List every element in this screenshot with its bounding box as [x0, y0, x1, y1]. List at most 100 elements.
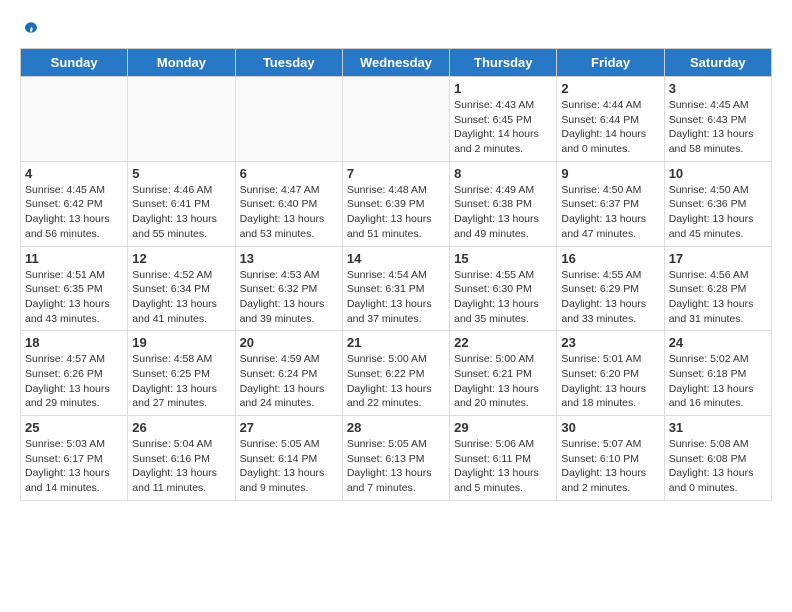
calendar-cell: 19 Sunrise: 4:58 AMSunset: 6:25 PMDayligh…	[128, 331, 235, 416]
day-number: 1	[454, 81, 552, 96]
day-number: 28	[347, 420, 445, 435]
calendar-cell: 17 Sunrise: 4:56 AMSunset: 6:28 PMDayligh…	[664, 246, 771, 331]
calendar-cell: 1Sunrise: 4:43 AMSunset: 6:45 PMDaylight…	[450, 77, 557, 162]
day-number: 22	[454, 335, 552, 350]
calendar-cell: 27 Sunrise: 5:05 AMSunset: 6:14 PMDayligh…	[235, 416, 342, 501]
calendar-cell: 20 Sunrise: 4:59 AMSunset: 6:24 PMDayligh…	[235, 331, 342, 416]
day-number: 29	[454, 420, 552, 435]
day-info: Sunrise: 4:56 AMSunset: 6:28 PMDaylight:…	[669, 268, 767, 327]
calendar-body: 1Sunrise: 4:43 AMSunset: 6:45 PMDaylight…	[21, 77, 772, 501]
logo	[20, 20, 42, 38]
day-number: 3	[669, 81, 767, 96]
calendar-cell: 7Sunrise: 4:48 AMSunset: 6:39 PMDaylight…	[342, 161, 449, 246]
day-number: 14	[347, 251, 445, 266]
day-number: 30	[561, 420, 659, 435]
day-info: Sunrise: 4:45 AMSunset: 6:43 PMDaylight:…	[669, 98, 767, 157]
day-info: Sunrise: 4:58 AMSunset: 6:25 PMDaylight:…	[132, 352, 230, 411]
calendar-cell	[128, 77, 235, 162]
calendar-cell: 22 Sunrise: 5:00 AMSunset: 6:21 PMDayligh…	[450, 331, 557, 416]
day-of-week-header: Monday	[128, 49, 235, 77]
day-info: Sunrise: 4:50 AMSunset: 6:36 PMDaylight:…	[669, 183, 767, 242]
calendar-cell: 4 Sunrise: 4:45 AMSunset: 6:42 PMDaylight…	[21, 161, 128, 246]
calendar-cell: 13 Sunrise: 4:53 AMSunset: 6:32 PMDayligh…	[235, 246, 342, 331]
calendar-cell: 6 Sunrise: 4:47 AMSunset: 6:40 PMDaylight…	[235, 161, 342, 246]
calendar-table: SundayMondayTuesdayWednesdayThursdayFrid…	[20, 48, 772, 501]
day-number: 31	[669, 420, 767, 435]
day-info: Sunrise: 4:57 AMSunset: 6:26 PMDaylight:…	[25, 352, 123, 411]
day-info: Sunrise: 4:45 AMSunset: 6:42 PMDaylight:…	[25, 183, 123, 242]
calendar-cell: 15 Sunrise: 4:55 AMSunset: 6:30 PMDayligh…	[450, 246, 557, 331]
day-info: Sunrise: 5:02 AMSunset: 6:18 PMDaylight:…	[669, 352, 767, 411]
day-of-week-header: Tuesday	[235, 49, 342, 77]
calendar-cell: 24 Sunrise: 5:02 AMSunset: 6:18 PMDayligh…	[664, 331, 771, 416]
day-number: 13	[240, 251, 338, 266]
day-number: 21	[347, 335, 445, 350]
day-info: Sunrise: 4:53 AMSunset: 6:32 PMDaylight:…	[240, 268, 338, 327]
calendar-cell: 31 Sunrise: 5:08 AMSunset: 6:08 PMDayligh…	[664, 416, 771, 501]
day-info: Sunrise: 5:00 AMSunset: 6:22 PMDaylight:…	[347, 352, 445, 411]
day-info: Sunrise: 5:05 AMSunset: 6:13 PMDaylight:…	[347, 437, 445, 496]
day-info: Sunrise: 4:49 AMSunset: 6:38 PMDaylight:…	[454, 183, 552, 242]
calendar-cell: 29 Sunrise: 5:06 AMSunset: 6:11 PMDayligh…	[450, 416, 557, 501]
day-info: Sunrise: 4:55 AMSunset: 6:29 PMDaylight:…	[561, 268, 659, 327]
day-of-week-header: Friday	[557, 49, 664, 77]
day-info: Sunrise: 5:07 AMSunset: 6:10 PMDaylight:…	[561, 437, 659, 496]
calendar-cell	[235, 77, 342, 162]
day-number: 7	[347, 166, 445, 181]
day-number: 16	[561, 251, 659, 266]
day-info: Sunrise: 5:08 AMSunset: 6:08 PMDaylight:…	[669, 437, 767, 496]
calendar-cell: 18 Sunrise: 4:57 AMSunset: 6:26 PMDayligh…	[21, 331, 128, 416]
calendar-cell: 8 Sunrise: 4:49 AMSunset: 6:38 PMDaylight…	[450, 161, 557, 246]
page-header	[20, 20, 772, 38]
day-number: 6	[240, 166, 338, 181]
day-info: Sunrise: 5:05 AMSunset: 6:14 PMDaylight:…	[240, 437, 338, 496]
day-info: Sunrise: 4:59 AMSunset: 6:24 PMDaylight:…	[240, 352, 338, 411]
day-number: 27	[240, 420, 338, 435]
calendar-cell: 25 Sunrise: 5:03 AMSunset: 6:17 PMDayligh…	[21, 416, 128, 501]
day-info: Sunrise: 4:50 AMSunset: 6:37 PMDaylight:…	[561, 183, 659, 242]
calendar-cell	[342, 77, 449, 162]
day-of-week-header: Wednesday	[342, 49, 449, 77]
day-number: 4	[25, 166, 123, 181]
calendar-cell	[21, 77, 128, 162]
day-number: 19	[132, 335, 230, 350]
logo-bird-icon	[22, 20, 40, 38]
day-number: 15	[454, 251, 552, 266]
calendar-week-row: 11Sunrise: 4:51 AMSunset: 6:35 PMDayligh…	[21, 246, 772, 331]
day-number: 5	[132, 166, 230, 181]
calendar-cell: 12Sunrise: 4:52 AMSunset: 6:34 PMDayligh…	[128, 246, 235, 331]
day-number: 2	[561, 81, 659, 96]
day-number: 26	[132, 420, 230, 435]
calendar-cell: 5Sunrise: 4:46 AMSunset: 6:41 PMDaylight…	[128, 161, 235, 246]
day-number: 20	[240, 335, 338, 350]
day-number: 18	[25, 335, 123, 350]
day-info: Sunrise: 5:04 AMSunset: 6:16 PMDaylight:…	[132, 437, 230, 496]
day-number: 25	[25, 420, 123, 435]
day-info: Sunrise: 4:44 AMSunset: 6:44 PMDaylight:…	[561, 98, 659, 157]
day-info: Sunrise: 4:47 AMSunset: 6:40 PMDaylight:…	[240, 183, 338, 242]
day-number: 24	[669, 335, 767, 350]
day-info: Sunrise: 4:55 AMSunset: 6:30 PMDaylight:…	[454, 268, 552, 327]
calendar-cell: 3 Sunrise: 4:45 AMSunset: 6:43 PMDaylight…	[664, 77, 771, 162]
calendar-cell: 21 Sunrise: 5:00 AMSunset: 6:22 PMDayligh…	[342, 331, 449, 416]
day-info: Sunrise: 5:00 AMSunset: 6:21 PMDaylight:…	[454, 352, 552, 411]
day-number: 12	[132, 251, 230, 266]
calendar-cell: 26 Sunrise: 5:04 AMSunset: 6:16 PMDayligh…	[128, 416, 235, 501]
calendar-week-row: 25 Sunrise: 5:03 AMSunset: 6:17 PMDayligh…	[21, 416, 772, 501]
day-info: Sunrise: 5:01 AMSunset: 6:20 PMDaylight:…	[561, 352, 659, 411]
calendar-week-row: 4 Sunrise: 4:45 AMSunset: 6:42 PMDaylight…	[21, 161, 772, 246]
day-info: Sunrise: 5:03 AMSunset: 6:17 PMDaylight:…	[25, 437, 123, 496]
calendar-cell: 10Sunrise: 4:50 AMSunset: 6:36 PMDayligh…	[664, 161, 771, 246]
calendar-cell: 16 Sunrise: 4:55 AMSunset: 6:29 PMDayligh…	[557, 246, 664, 331]
calendar-week-row: 18 Sunrise: 4:57 AMSunset: 6:26 PMDayligh…	[21, 331, 772, 416]
day-number: 8	[454, 166, 552, 181]
calendar-cell: 30 Sunrise: 5:07 AMSunset: 6:10 PMDayligh…	[557, 416, 664, 501]
calendar-cell: 9 Sunrise: 4:50 AMSunset: 6:37 PMDaylight…	[557, 161, 664, 246]
day-number: 17	[669, 251, 767, 266]
calendar-cell: 23Sunrise: 5:01 AMSunset: 6:20 PMDayligh…	[557, 331, 664, 416]
day-info: Sunrise: 5:06 AMSunset: 6:11 PMDaylight:…	[454, 437, 552, 496]
days-of-week-row: SundayMondayTuesdayWednesdayThursdayFrid…	[21, 49, 772, 77]
day-number: 9	[561, 166, 659, 181]
day-of-week-header: Sunday	[21, 49, 128, 77]
day-number: 11	[25, 251, 123, 266]
